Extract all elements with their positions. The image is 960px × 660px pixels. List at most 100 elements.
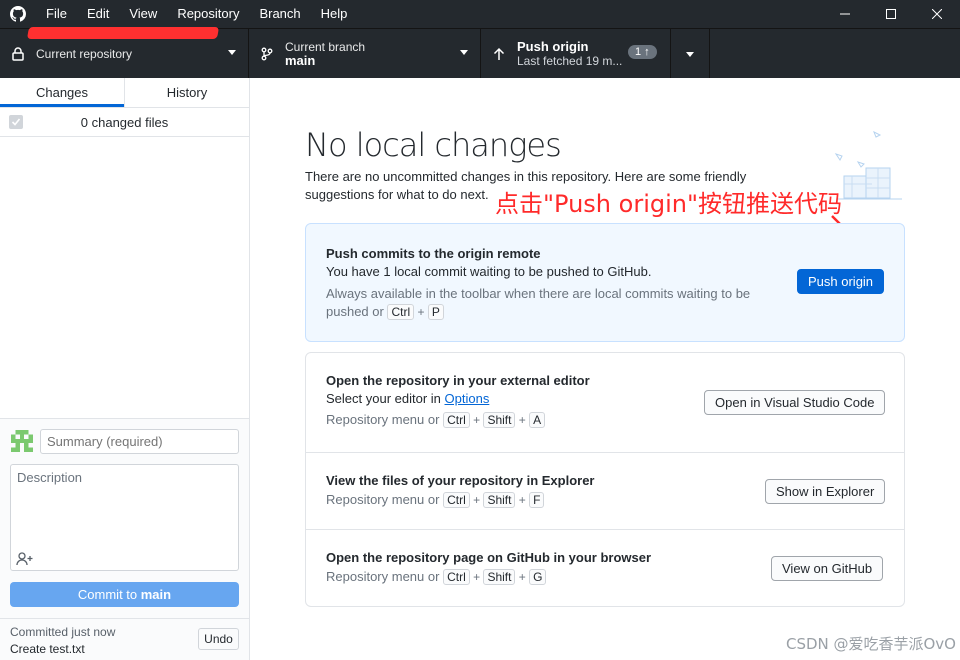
tab-changes[interactable]: Changes [0,78,124,107]
push-card-text: Push commits to the origin remote You ha… [326,246,766,321]
options-link[interactable]: Options [445,391,490,406]
kbd-plus: + [414,305,428,319]
menu-edit[interactable]: Edit [77,0,119,28]
close-icon [932,9,942,19]
editor-row-desc-text: Select your editor in [326,391,445,406]
editor-row-desc: Select your editor in Options [326,391,590,406]
kbd-plus: + [469,493,484,507]
arrow-up-icon [481,47,517,61]
lock-icon [0,47,36,61]
last-commit-message: Create test.txt [10,642,85,656]
push-dropdown-button[interactable] [671,29,710,79]
chevron-down-icon [460,50,468,55]
last-commit-time: Committed just now [10,625,116,639]
minimize-icon [840,13,850,15]
sidebar: Changes History 0 changed files Descript… [0,78,250,660]
push-commits-card: Push commits to the origin remote You ha… [305,223,905,342]
title-bar: File Edit View Repository Branch Help [0,0,960,28]
github-row-text: Open the repository page on GitHub in yo… [326,550,651,586]
kbd-a: A [529,412,546,428]
github-row-title: Open the repository page on GitHub in yo… [326,550,652,565]
tab-history[interactable]: History [124,78,249,107]
current-branch-label: Current branch [285,40,366,54]
explorer-row-hint-text: Repository menu or [326,492,440,507]
editor-row-title: Open the repository in your external edi… [326,373,590,388]
push-origin-button[interactable]: Push origin [797,269,885,294]
menu-branch[interactable]: Branch [249,0,310,28]
kbd-ctrl: Ctrl [387,304,415,320]
explorer-row-title: View the files of your repository in Exp… [326,473,595,488]
kbd-plus: + [469,570,484,584]
chevron-down-icon [228,50,236,55]
last-fetched-text: Last fetched 19 m... [517,54,623,68]
push-card-desc: You have 1 local commit waiting to be pu… [326,264,652,279]
commit-branch-name: main [140,587,172,602]
kbd-plus: + [515,413,530,427]
github-row-hint: Repository menu or Ctrl + Shift + G [326,568,651,586]
chevron-down-icon [686,51,694,57]
changed-files-count: 0 changed files [80,114,169,130]
add-coauthor-icon[interactable] [16,552,34,569]
kbd-shift: Shift [483,569,516,585]
kbd-plus: + [515,493,530,507]
check-icon [11,118,21,126]
commit-button-label: Commit to [77,587,141,602]
minimize-button[interactable] [822,0,868,28]
kbd-plus: + [515,570,530,584]
menu-view[interactable]: View [119,0,167,28]
changed-files-header: 0 changed files [0,108,249,137]
kbd-ctrl: Ctrl [443,492,470,508]
editor-row-text: Open the repository in your external edi… [326,373,590,429]
menu-repository[interactable]: Repository [167,0,249,28]
close-button[interactable] [914,0,960,28]
push-card-hint: Always available in the toolbar when the… [326,285,766,321]
branch-icon [249,47,285,61]
main-content: No local changes There are no uncommitte… [250,78,960,660]
github-row: Open the repository page on GitHub in yo… [306,530,904,606]
github-row-hint-text: Repository menu or [326,569,440,584]
kbd-ctrl: Ctrl [443,412,470,428]
maximize-button[interactable] [868,0,914,28]
maximize-icon [886,9,896,19]
menu-bar: File Edit View Repository Branch Help [36,0,357,28]
summary-input[interactable] [40,429,239,454]
window-controls [822,0,960,28]
commit-message-area: Description Commit to main [0,418,249,618]
kbd-ctrl: Ctrl [443,569,470,585]
push-origin-title: Push origin [517,39,589,54]
suggestions-card: Open the repository in your external edi… [305,352,905,607]
editor-row-hint: Repository menu or Ctrl + Shift + A [326,411,590,429]
current-branch-button[interactable]: Current branch main [249,29,481,79]
undo-button[interactable]: Undo [198,628,239,650]
watermark: CSDN @爱吃香芋派OvO [785,635,956,653]
ahead-count-badge: 1 ↑ [628,45,657,59]
description-placeholder: Description [17,470,83,485]
editor-row: Open the repository in your external edi… [306,353,904,453]
select-all-checkbox[interactable] [9,115,23,129]
menu-file[interactable]: File [36,0,77,28]
explorer-row-text: View the files of your repository in Exp… [326,473,595,509]
current-repository-label: Current repository [36,47,133,61]
commit-button[interactable]: Commit to main [10,582,239,607]
current-branch-value: main [285,53,316,68]
github-logo-icon [0,0,36,28]
sidebar-tabs: Changes History [0,78,249,108]
view-on-github-button[interactable]: View on GitHub [771,556,884,581]
annotation-text: 点击"Push origin"按钮推送代码 [495,190,843,218]
page-title: No local changes [305,126,562,164]
kbd-shift: Shift [483,412,516,428]
explorer-row: View the files of your repository in Exp… [306,453,904,530]
show-in-explorer-button[interactable]: Show in Explorer [765,479,886,504]
kbd-f: F [529,492,545,508]
avatar [11,430,33,452]
editor-row-hint-text: Repository menu or [326,412,440,427]
description-textarea[interactable]: Description [10,464,239,571]
push-card-title: Push commits to the origin remote [326,246,541,261]
open-in-vscode-button[interactable]: Open in Visual Studio Code [704,390,886,415]
last-commit-panel: Committed just now Create test.txt Undo [0,618,249,660]
kbd-shift: Shift [483,492,516,508]
menu-help[interactable]: Help [311,0,358,28]
redaction-mark [26,27,220,39]
kbd-plus: + [469,413,484,427]
kbd-p: P [427,304,444,320]
